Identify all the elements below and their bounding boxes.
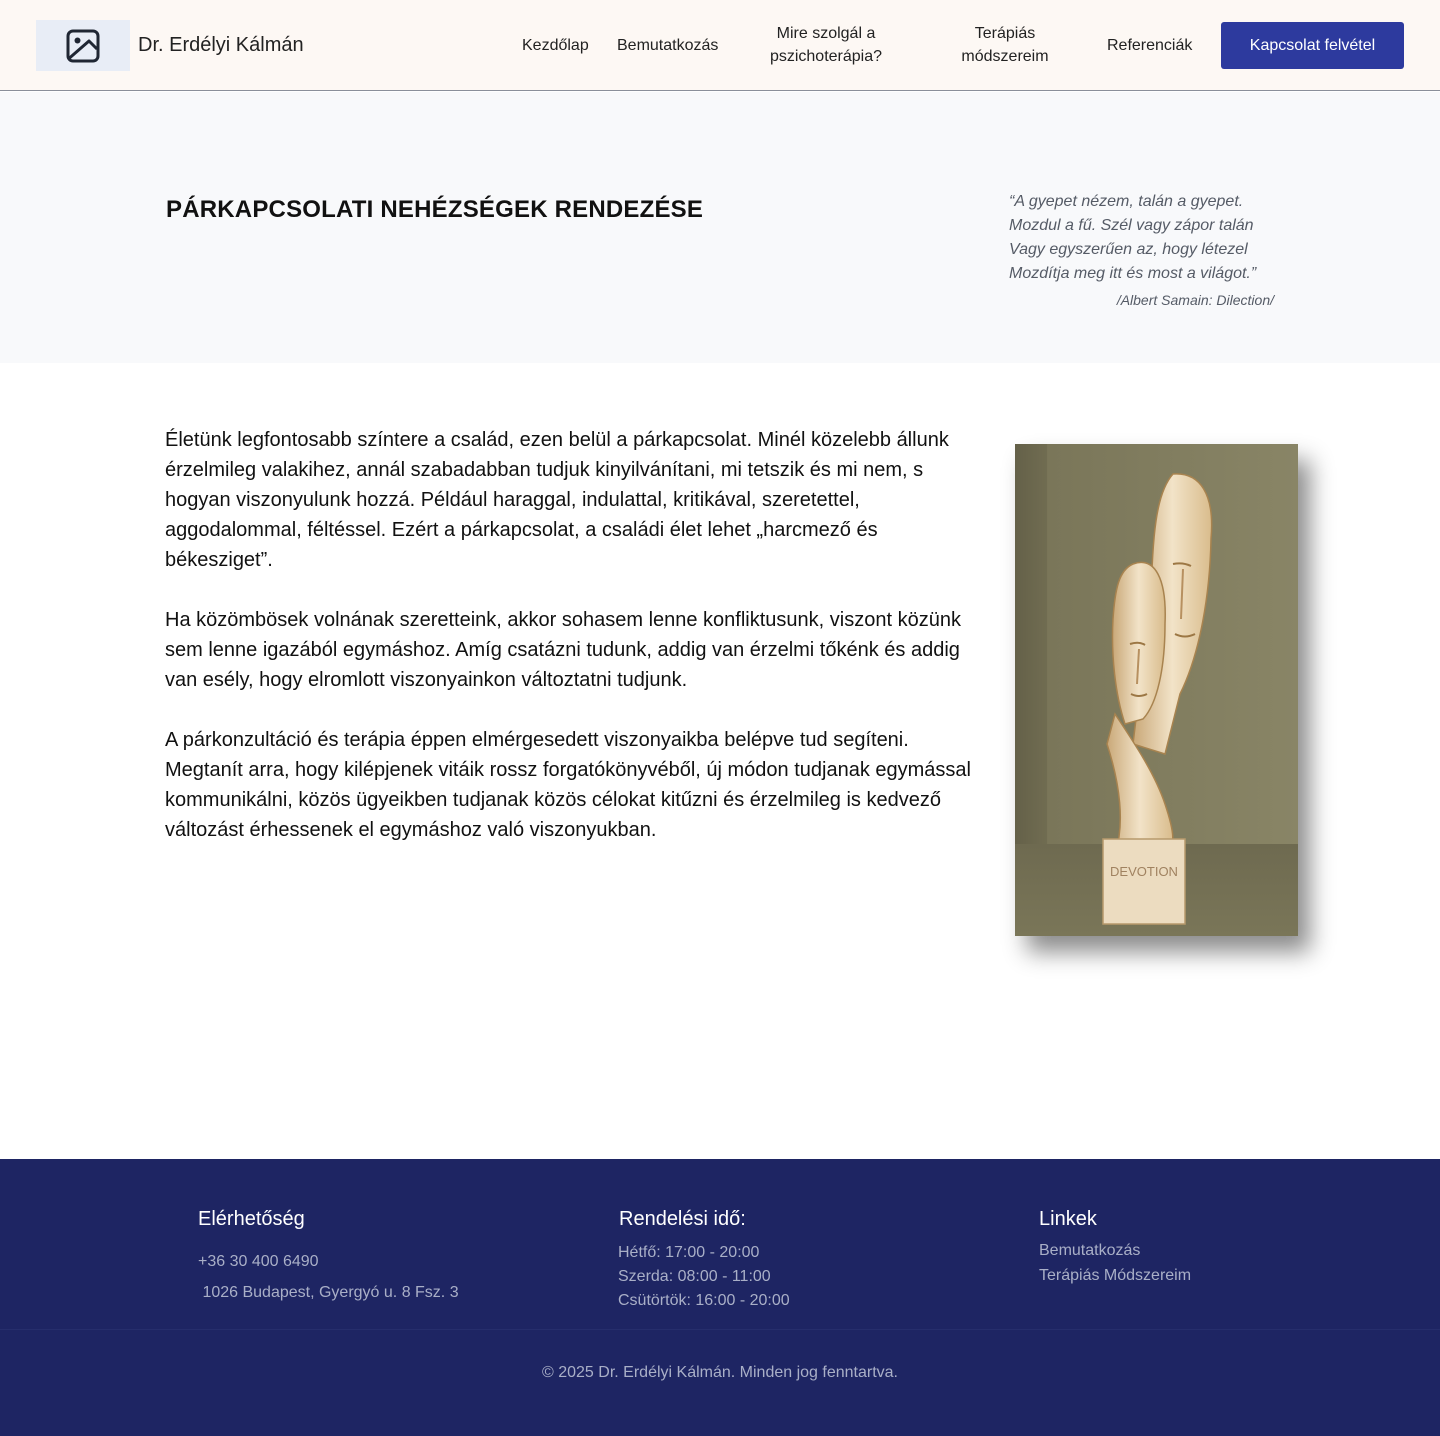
hero-section: PÁRKAPCSOLATI NEHÉZSÉGEK RENDEZÉSE “A gy…	[0, 92, 1440, 363]
nav-methods-line2: módszereim	[961, 48, 1049, 65]
hours-line: Csütörtök: 16:00 - 20:00	[618, 1292, 790, 1309]
sculpture-illustration: DEVOTION	[1015, 444, 1298, 936]
contact-phone[interactable]: +36 30 400 6490	[198, 1253, 319, 1271]
brand-name[interactable]: Dr. Erdélyi Kálmán	[138, 34, 304, 57]
article-body: Életünk legfontosabb színtere a család, …	[165, 425, 980, 875]
paragraph: Ha közömbösek volnának szeretteink, akko…	[165, 609, 961, 691]
paragraph: A párkonzultáció és terápia éppen elmérg…	[165, 729, 971, 841]
hours-line: Hétfő: 17:00 - 20:00	[618, 1244, 760, 1261]
paragraph: Életünk legfontosabb színtere a család, …	[165, 429, 949, 571]
footer-link-methods[interactable]: Terápiás Módszereim	[1039, 1267, 1191, 1285]
poem-quote: “A gyepet nézem, talán a gyepet. Mozdul …	[1009, 190, 1256, 286]
quote-line: Mozdul a fű. Szél vagy zápor talán	[1009, 217, 1254, 234]
nav-psychotherapy-line2: pszichoterápia?	[769, 48, 883, 65]
nav-home[interactable]: Kezdőlap	[522, 34, 589, 57]
nav-references[interactable]: Referenciák	[1107, 34, 1192, 57]
footer-link-about[interactable]: Bemutatkozás	[1039, 1242, 1140, 1260]
base-engraving: DEVOTION	[1110, 864, 1178, 879]
nav-psychotherapy-line1: Mire szolgál a	[776, 25, 876, 42]
copyright: © 2025 Dr. Erdélyi Kálmán. Minden jog fe…	[542, 1364, 898, 1381]
quote-source: /Albert Samain: Dilection/	[1116, 292, 1274, 308]
hours-heading: Rendelési idő:	[619, 1208, 746, 1230]
contact-button[interactable]: Kapcsolat felvétel	[1221, 22, 1404, 69]
nav-about[interactable]: Bemutatkozás	[617, 34, 718, 57]
quote-line: Mozdítja meg itt és most a világot.”	[1009, 265, 1257, 282]
quote-line: “A gyepet nézem, talán a gyepet.	[1009, 193, 1244, 210]
hours-line: Szerda: 08:00 - 11:00	[618, 1268, 771, 1285]
site-footer: Elérhetőség +36 30 400 6490 1026 Budapes…	[0, 1159, 1440, 1436]
nav-methods[interactable]: Terápiás módszereim	[930, 22, 1080, 68]
logo[interactable]	[36, 20, 130, 71]
nav-methods-line1: Terápiás	[974, 25, 1036, 42]
sculpture-photo: DEVOTION	[1015, 444, 1298, 936]
links-heading: Linkek	[1039, 1208, 1097, 1230]
quote-line: Vagy egyszerűen az, hogy létezel	[1009, 241, 1248, 258]
image-placeholder-icon	[66, 29, 100, 62]
page-title: PÁRKAPCSOLATI NEHÉZSÉGEK RENDEZÉSE	[166, 196, 704, 223]
contact-address: 1026 Budapest, Gyergyó u. 8 Fsz. 3	[198, 1284, 459, 1301]
site-header: Dr. Erdélyi Kálmán Kezdőlap Bemutatkozás…	[0, 0, 1440, 91]
contact-heading: Elérhetőség	[198, 1208, 305, 1230]
footer-divider	[0, 1329, 1440, 1330]
nav-psychotherapy[interactable]: Mire szolgál a pszichoterápia?	[750, 22, 902, 68]
